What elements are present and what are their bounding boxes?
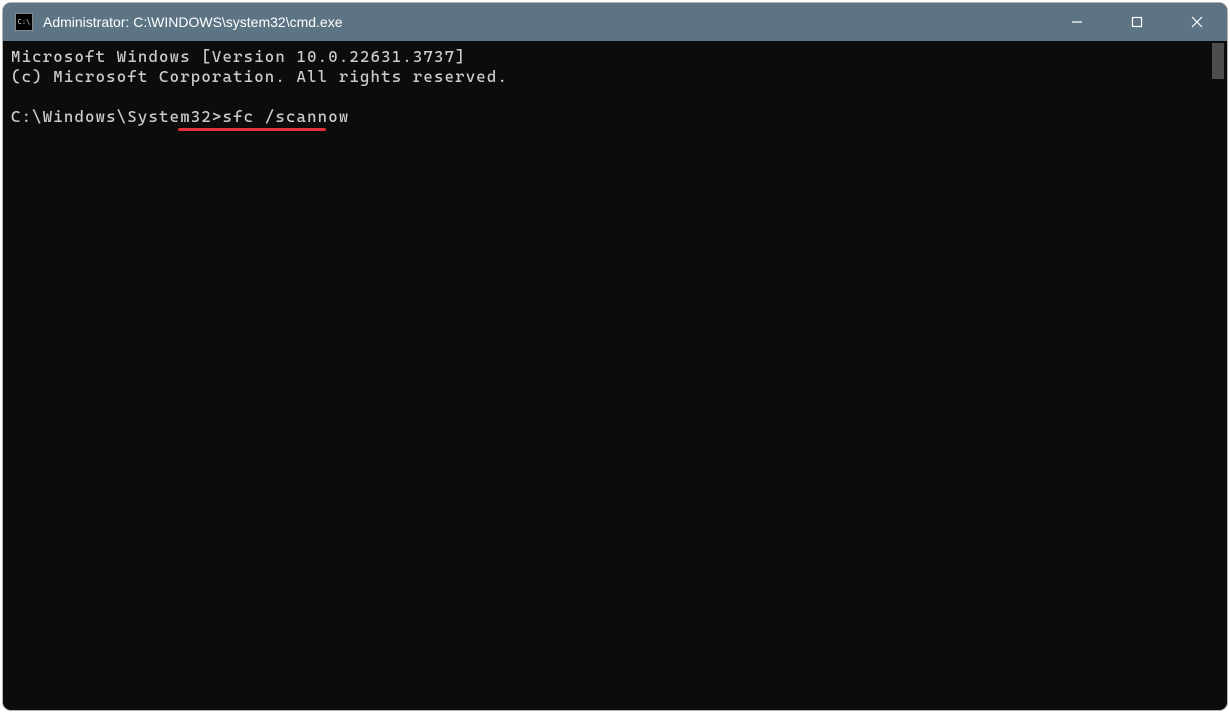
cmd-window: C:\ Administrator: C:\WINDOWS\system32\c… bbox=[3, 3, 1227, 710]
highlight-underline bbox=[178, 128, 326, 131]
maximize-button[interactable] bbox=[1107, 3, 1167, 41]
command-input[interactable]: sfc /scannow bbox=[223, 107, 350, 126]
maximize-icon bbox=[1131, 16, 1143, 28]
close-icon bbox=[1191, 16, 1203, 28]
minimize-icon bbox=[1071, 16, 1083, 28]
window-controls bbox=[1047, 3, 1227, 41]
terminal-output[interactable]: Microsoft Windows [Version 10.0.22631.37… bbox=[3, 41, 1209, 710]
minimize-button[interactable] bbox=[1047, 3, 1107, 41]
window-title: Administrator: C:\WINDOWS\system32\cmd.e… bbox=[43, 14, 1047, 30]
prompt: C:\Windows\System32> bbox=[11, 107, 223, 126]
vertical-scrollbar[interactable] bbox=[1209, 41, 1227, 710]
cmd-icon: C:\ bbox=[15, 13, 33, 31]
version-line: Microsoft Windows [Version 10.0.22631.37… bbox=[11, 47, 466, 66]
scrollbar-thumb[interactable] bbox=[1212, 43, 1224, 79]
titlebar[interactable]: C:\ Administrator: C:\WINDOWS\system32\c… bbox=[3, 3, 1227, 41]
copyright-line: (c) Microsoft Corporation. All rights re… bbox=[11, 67, 508, 86]
cmd-icon-glyph: C:\ bbox=[18, 19, 31, 26]
close-button[interactable] bbox=[1167, 3, 1227, 41]
terminal-area: Microsoft Windows [Version 10.0.22631.37… bbox=[3, 41, 1227, 710]
